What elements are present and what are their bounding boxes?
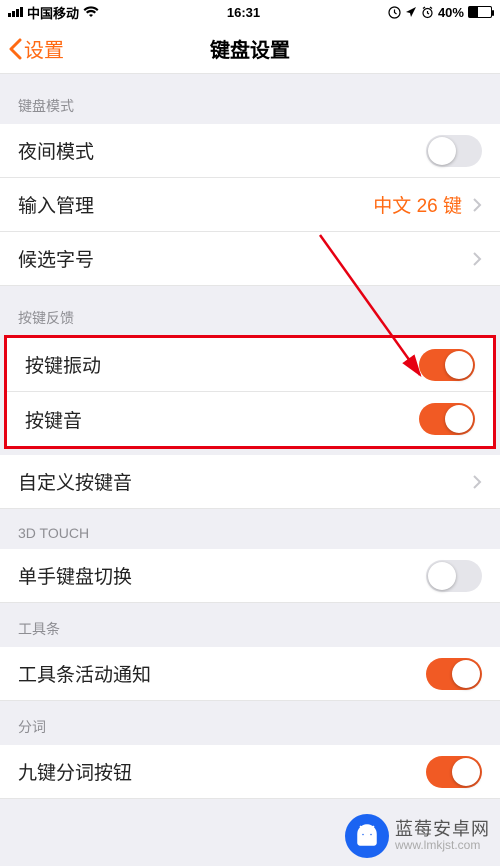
row-label: 按键音: [25, 406, 419, 433]
row-label: 按键振动: [25, 351, 419, 378]
battery-icon: [468, 6, 492, 18]
row-input-management[interactable]: 输入管理 中文 26 键: [0, 178, 500, 232]
watermark-url: www.lmkjst.com: [395, 839, 490, 853]
watermark-title: 蓝莓安卓网: [395, 819, 490, 840]
row-night-mode[interactable]: 夜间模式: [0, 124, 500, 178]
row-label: 候选字号: [18, 245, 472, 272]
nav-bar: 设置 键盘设置: [0, 24, 500, 74]
status-left: 中国移动: [8, 3, 99, 22]
section-header-segmentation: 分词: [0, 701, 500, 745]
row-label: 夜间模式: [18, 137, 426, 164]
back-label: 设置: [24, 34, 64, 63]
toggle-toolbar-activity[interactable]: [426, 658, 482, 690]
battery-pct: 40%: [438, 5, 464, 20]
status-bar: 中国移动 16:31 40%: [0, 0, 500, 24]
section-header-feedback: 按键反馈: [0, 286, 500, 336]
chevron-right-icon: [472, 474, 482, 490]
status-time: 16:31: [227, 5, 260, 20]
row-ninekey-segment[interactable]: 九键分词按钮: [0, 745, 500, 799]
row-custom-sound[interactable]: 自定义按键音: [0, 455, 500, 509]
section-header-keyboard-mode: 键盘模式: [0, 74, 500, 124]
row-label: 工具条活动通知: [18, 660, 426, 687]
row-label: 单手键盘切换: [18, 562, 426, 589]
watermark-logo-icon: [345, 814, 389, 858]
watermark: 蓝莓安卓网 www.lmkjst.com: [345, 814, 490, 858]
toggle-ninekey[interactable]: [426, 756, 482, 788]
wifi-icon: [83, 6, 99, 18]
section-header-toolbar: 工具条: [0, 603, 500, 647]
section-header-3dtouch: 3D TOUCH: [0, 509, 500, 549]
status-right: 40%: [388, 5, 492, 20]
toggle-night-mode[interactable]: [426, 135, 482, 167]
row-key-vibrate[interactable]: 按键振动: [7, 338, 493, 392]
row-onehand-switch[interactable]: 单手键盘切换: [0, 549, 500, 603]
chevron-right-icon: [472, 251, 482, 267]
row-label: 九键分词按钮: [18, 758, 426, 785]
toggle-key-sound[interactable]: [419, 403, 475, 435]
annotation-highlight-box: 按键振动 按键音: [4, 335, 496, 449]
location-icon: [405, 6, 417, 18]
row-toolbar-activity[interactable]: 工具条活动通知: [0, 647, 500, 701]
clock-icon: [388, 6, 401, 19]
chevron-right-icon: [472, 197, 482, 213]
back-button[interactable]: 设置: [8, 24, 64, 73]
row-label: 自定义按键音: [18, 468, 472, 495]
carrier-label: 中国移动: [27, 3, 79, 22]
row-value: 中文 26 键: [373, 191, 462, 218]
row-label: 输入管理: [18, 191, 373, 218]
page-title: 键盘设置: [210, 34, 290, 63]
signal-icon: [8, 7, 23, 17]
toggle-onehand[interactable]: [426, 560, 482, 592]
toggle-key-vibrate[interactable]: [419, 349, 475, 381]
row-key-sound[interactable]: 按键音: [7, 392, 493, 446]
alarm-icon: [421, 6, 434, 19]
row-candidate-size[interactable]: 候选字号: [0, 232, 500, 286]
chevron-left-icon: [8, 38, 22, 60]
